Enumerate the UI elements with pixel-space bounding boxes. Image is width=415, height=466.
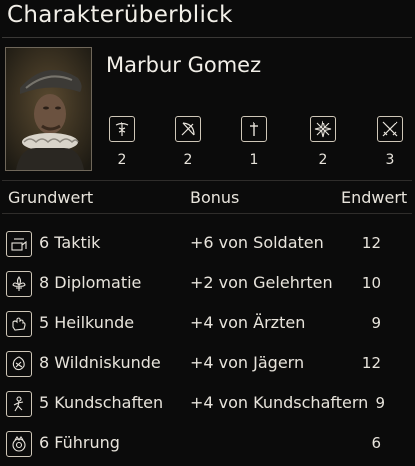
final-value: 12 [361,234,381,252]
column-header-base: Grundwert [8,188,94,207]
base-value: 6 Taktik [39,233,101,252]
window-title: Charakterüberblick [7,2,233,28]
table-row[interactable]: 6 Taktik +6 von Soldaten 12 [0,227,415,263]
table-row[interactable]: 6 Führung 6 [0,427,415,463]
column-header-bonus: Bonus [190,188,240,207]
skill-count: 1 [249,152,259,168]
final-value: 6 [371,434,381,452]
skill-slot[interactable]: 3 [372,116,408,168]
bonus-value: +2 von Gelehrten [190,273,333,292]
leadership-icon [6,431,32,457]
crossed-swords-icon [377,116,403,142]
skill-count: 2 [117,152,127,168]
wilderness-icon [6,351,32,377]
cross-icon [241,116,267,142]
header-divider-bottom [2,213,412,214]
skill-slot[interactable]: 2 [104,116,140,168]
portrait[interactable] [5,47,92,171]
base-value: 8 Diplomatie [39,273,142,292]
table-row[interactable]: 5 Heilkunde +4 von Ärzten 9 [0,307,415,343]
bonus-value: +4 von Jägern [190,353,305,372]
caduceus-icon [109,116,135,142]
star-compass-icon [310,116,336,142]
scouting-icon [6,391,32,417]
tactics-icon [6,231,32,257]
fleur-de-lis-icon [6,271,32,297]
final-value: 9 [371,314,381,332]
base-value: 6 Führung [39,433,120,452]
final-value: 12 [361,354,381,372]
table-row[interactable]: 8 Diplomatie +2 von Gelehrten 10 [0,267,415,303]
table-row[interactable]: 5 Kundschaften +4 von Kundschaftern 9 [0,387,415,423]
skill-slot[interactable]: 2 [170,116,206,168]
base-value: 5 Heilkunde [39,313,135,332]
healing-hand-icon [6,311,32,337]
bonus-value: +4 von Kundschaftern [190,393,369,412]
skill-count: 3 [385,152,395,168]
base-value: 5 Kundschaften [39,393,164,412]
skill-slot[interactable]: 1 [236,116,272,168]
skill-count: 2 [318,152,328,168]
character-name: Marbur Gomez [106,53,262,77]
skill-count: 2 [183,152,193,168]
column-header-final: Endwert [341,188,408,207]
bow-icon [175,116,201,142]
bonus-value: +6 von Soldaten [190,233,324,252]
title-divider [2,37,412,38]
header-divider-top [2,180,412,181]
skill-slot[interactable]: 2 [305,116,341,168]
skill-icons-row: 2 2 1 2 3 [104,116,412,172]
table-row[interactable]: 8 Wildniskunde +4 von Jägern 12 [0,347,415,383]
bonus-value: +4 von Ärzten [190,313,306,332]
final-value: 9 [375,394,385,412]
base-value: 8 Wildniskunde [39,353,161,372]
final-value: 10 [361,274,381,292]
